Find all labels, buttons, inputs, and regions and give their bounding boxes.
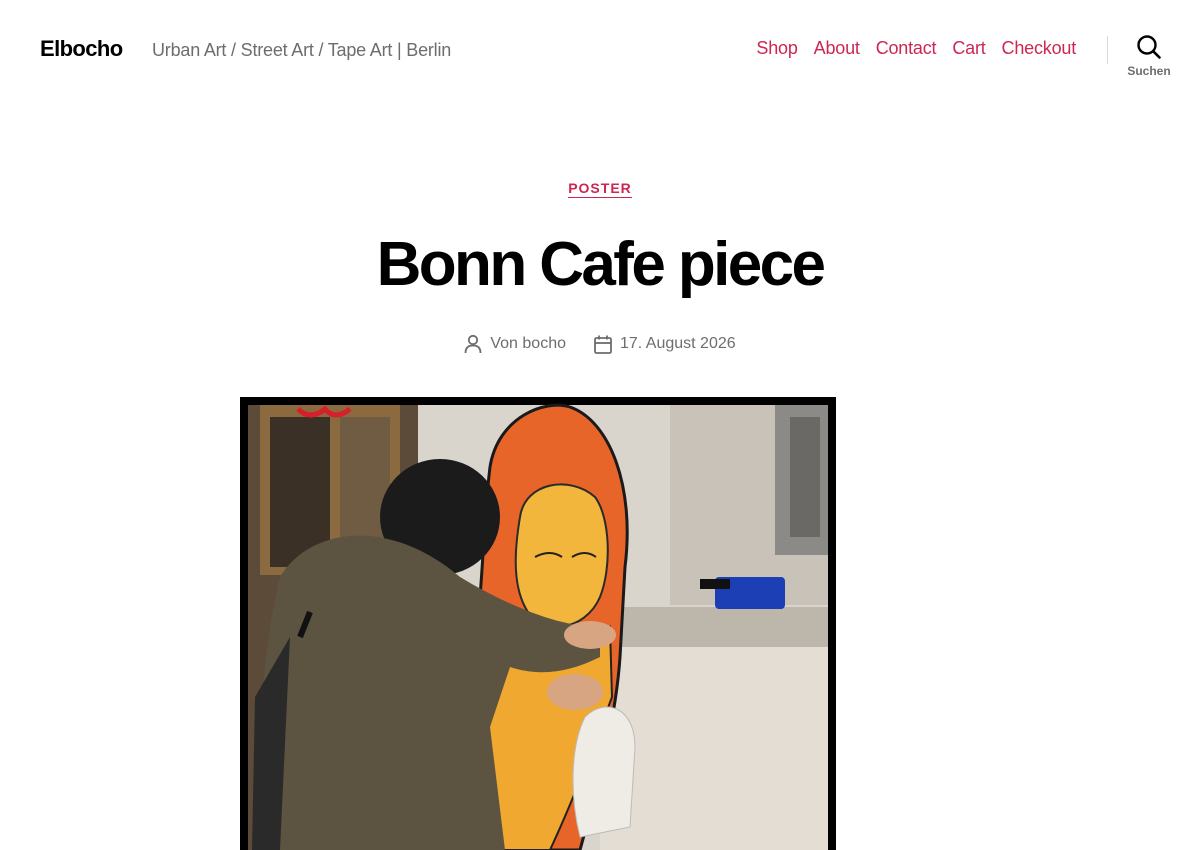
post-meta: Von bocho 17. August 2026: [0, 334, 1200, 354]
post-author: Von bocho: [464, 334, 566, 354]
site-header: Elbocho Urban Art / Street Art / Tape Ar…: [0, 0, 1200, 100]
post-title: Bonn Cafe piece: [376, 230, 826, 299]
search-toggle-button[interactable]: Suchen: [1118, 34, 1180, 88]
search-label: Suchen: [1127, 64, 1171, 78]
nav-item-contact[interactable]: Contact: [876, 38, 937, 59]
primary-nav: Shop About Contact Cart Checkout: [756, 38, 1076, 59]
post-date: 17. August 2026: [594, 334, 736, 354]
calendar-icon: [594, 335, 612, 354]
featured-photo: [240, 397, 836, 850]
nav-item-about[interactable]: About: [814, 38, 860, 59]
post-date-link[interactable]: 17. August 2026: [620, 335, 736, 353]
search-icon: [1137, 35, 1161, 59]
nav-item-cart[interactable]: Cart: [952, 38, 985, 59]
site-title-link[interactable]: Elbocho: [40, 36, 123, 62]
nav-divider: [1107, 36, 1108, 64]
entry-categories: POSTER: [0, 180, 1200, 198]
post-author-link[interactable]: Von bocho: [490, 335, 566, 353]
user-icon: [464, 334, 482, 354]
category-link-poster[interactable]: POSTER: [568, 180, 632, 198]
nav-item-checkout[interactable]: Checkout: [1002, 38, 1077, 59]
site-description: Urban Art / Street Art / Tape Art | Berl…: [152, 40, 452, 60]
nav-item-shop[interactable]: Shop: [756, 38, 797, 59]
featured-image: [240, 397, 836, 850]
